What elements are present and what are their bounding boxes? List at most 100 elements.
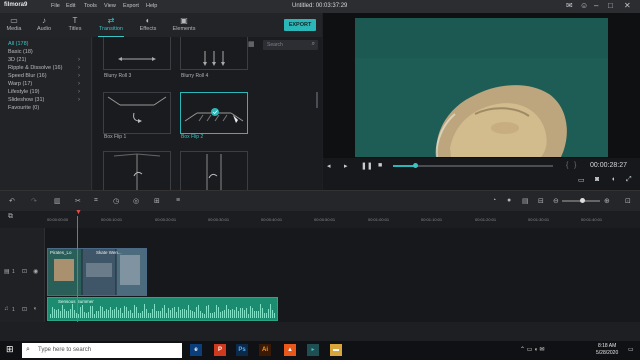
eye-icon[interactable]: ◉ [33, 268, 38, 275]
waveform-bar [244, 310, 245, 318]
file-explorer-icon[interactable]: ▬ [330, 344, 342, 356]
edge-icon[interactable]: e [190, 344, 202, 356]
transition-thumb-box-flip-1[interactable] [103, 92, 171, 134]
video-clip[interactable]: Pirates_Lo Skate Wen... [47, 248, 147, 296]
timeline-ruler[interactable]: ⧉ 00:00:00:00 00:00:10:01 00:00:20:01 00… [0, 211, 640, 228]
grid-scrollbar[interactable] [316, 92, 318, 108]
speed-icon[interactable]: ◷ [113, 197, 119, 205]
app-icon[interactable]: ▲ [284, 344, 296, 356]
render-icon[interactable]: ◔ [492, 197, 496, 204]
split-icon[interactable]: ⊞ [154, 197, 160, 205]
zoom-in-icon[interactable]: ⊕ [604, 197, 610, 205]
account-icon[interactable]: ☺ [580, 1, 588, 10]
mic-icon[interactable]: ● [507, 197, 511, 204]
category-all[interactable]: All (178) [8, 40, 88, 48]
fullscreen-icon[interactable]: ⤢ [626, 176, 632, 184]
transition-thumb-blurry-roll-4[interactable] [180, 37, 248, 70]
category-basic[interactable]: Basic (18) [8, 48, 88, 56]
play-icon[interactable]: ▸ [344, 162, 348, 170]
volume-icon[interactable]: ◖ [611, 176, 615, 183]
category-3d[interactable]: 3D (21) › [8, 56, 88, 64]
maximize-icon[interactable]: □ [608, 1, 613, 10]
category-favourite[interactable]: Favourite (0) [8, 104, 88, 112]
grid-view-icon[interactable]: ▦ [248, 40, 258, 50]
search-input[interactable]: Search ⌕ [263, 40, 318, 50]
preview-progress-bar[interactable] [393, 163, 553, 168]
transition-thumb-blurry-roll-3[interactable] [103, 37, 171, 70]
menu-edit[interactable]: Edit [66, 3, 75, 9]
category-slideshow[interactable]: Slideshow (31) › [8, 96, 88, 104]
minimize-icon[interactable]: – [594, 1, 598, 10]
crop-icon[interactable]: ⌗ [94, 197, 98, 205]
transition-thumb[interactable] [103, 151, 171, 193]
waveform-bar [208, 305, 209, 318]
category-ripple[interactable]: Ripple & Dissolve (16) › [8, 64, 88, 72]
zoom-slider[interactable] [562, 198, 600, 203]
notification-icon[interactable]: ✉ [566, 1, 573, 10]
zoom-knob[interactable] [580, 198, 585, 203]
category-warp[interactable]: Warp (17) › [8, 80, 88, 88]
waveform-bar [236, 306, 237, 318]
tab-effects[interactable]: ◐ Effects [134, 15, 162, 32]
tab-transition[interactable]: ⇄ Transition [96, 15, 126, 38]
progress-knob[interactable] [412, 163, 418, 168]
export-button[interactable]: EXPORT [284, 19, 316, 31]
menu-export[interactable]: Export [123, 3, 139, 9]
fit-timeline-icon[interactable]: ⊡ [625, 197, 631, 205]
tray-icons[interactable]: ⌃ ▭ ◖ ✉ [520, 346, 544, 353]
redo-icon[interactable]: ↷ [31, 197, 37, 205]
monitor-icon[interactable]: ▭ [578, 176, 585, 184]
undo-icon[interactable]: ↶ [9, 197, 15, 205]
waveform-bar [122, 312, 123, 318]
menu-tools[interactable]: Tools [84, 3, 97, 9]
photoshop-icon[interactable]: Ps [236, 344, 248, 356]
tab-titles[interactable]: T Titles [61, 15, 89, 32]
waveform-bar [80, 307, 81, 318]
powerpoint-icon[interactable]: P [214, 344, 226, 356]
category-lifestyle[interactable]: Lifestyle (19) › [8, 88, 88, 96]
lock-icon[interactable]: ⊡ [22, 268, 27, 275]
mark-in-icon[interactable]: { [566, 162, 568, 169]
zoom-out-icon[interactable]: ⊖ [553, 197, 559, 205]
stop-icon[interactable]: ■ [378, 162, 382, 169]
transition-thumb-box-flip-2[interactable] [180, 92, 248, 134]
color-icon[interactable]: ◎ [133, 197, 139, 205]
transition-label: Box Flip 1 [104, 134, 127, 140]
menu-help[interactable]: Help [146, 3, 157, 9]
waveform-bar [168, 308, 169, 318]
folder-icon: ▭ [10, 16, 18, 25]
taskbar-search-input[interactable]: ⌕ Type here to search [22, 343, 182, 358]
chevron-right-icon: › [78, 57, 80, 63]
close-icon[interactable]: ✕ [624, 1, 631, 10]
voiceover-icon[interactable]: ▤ [522, 197, 529, 205]
mark-out-icon[interactable]: } [574, 162, 576, 169]
tab-elements[interactable]: ▣ Elements [170, 15, 198, 32]
audio-mixer-icon[interactable]: ≡ [176, 197, 180, 204]
waveform-bar [154, 304, 155, 318]
ruler-tick: 00:00:00:00 [47, 217, 69, 222]
lock-icon[interactable]: ⊡ [22, 306, 27, 313]
audio-clip[interactable]: Sensous Summer [47, 297, 278, 321]
menu-view[interactable]: View [104, 3, 116, 9]
snapshot-icon[interactable]: ◙ [595, 176, 599, 183]
filmora-icon[interactable]: ▸ [307, 344, 319, 356]
delete-icon[interactable]: ▥ [54, 197, 61, 205]
playhead-handle[interactable]: ▼ [75, 209, 82, 216]
waveform-bar [152, 309, 153, 318]
transition-thumb[interactable] [180, 151, 248, 193]
speaker-icon[interactable]: ◖ [33, 306, 37, 312]
waveform-bar [52, 306, 53, 318]
tab-media[interactable]: ▭ Media [0, 15, 28, 32]
track-manager-icon[interactable]: ⧉ [8, 213, 13, 221]
cut-icon[interactable]: ✂ [75, 197, 81, 205]
category-speed-blur[interactable]: Speed Blur (16) › [8, 72, 88, 80]
playhead-line[interactable] [77, 216, 78, 322]
windows-start-icon[interactable]: ⊞ [6, 344, 14, 355]
prev-frame-icon[interactable]: ◂ [327, 162, 331, 170]
add-track-icon[interactable]: ⊟ [538, 197, 544, 205]
pause-icon[interactable]: ❚❚ [361, 162, 373, 170]
notifications-icon[interactable]: ▭ [628, 346, 634, 353]
menu-file[interactable]: File [51, 3, 60, 9]
tab-audio[interactable]: ♪ Audio [30, 15, 58, 32]
illustrator-icon[interactable]: Ai [259, 344, 271, 356]
